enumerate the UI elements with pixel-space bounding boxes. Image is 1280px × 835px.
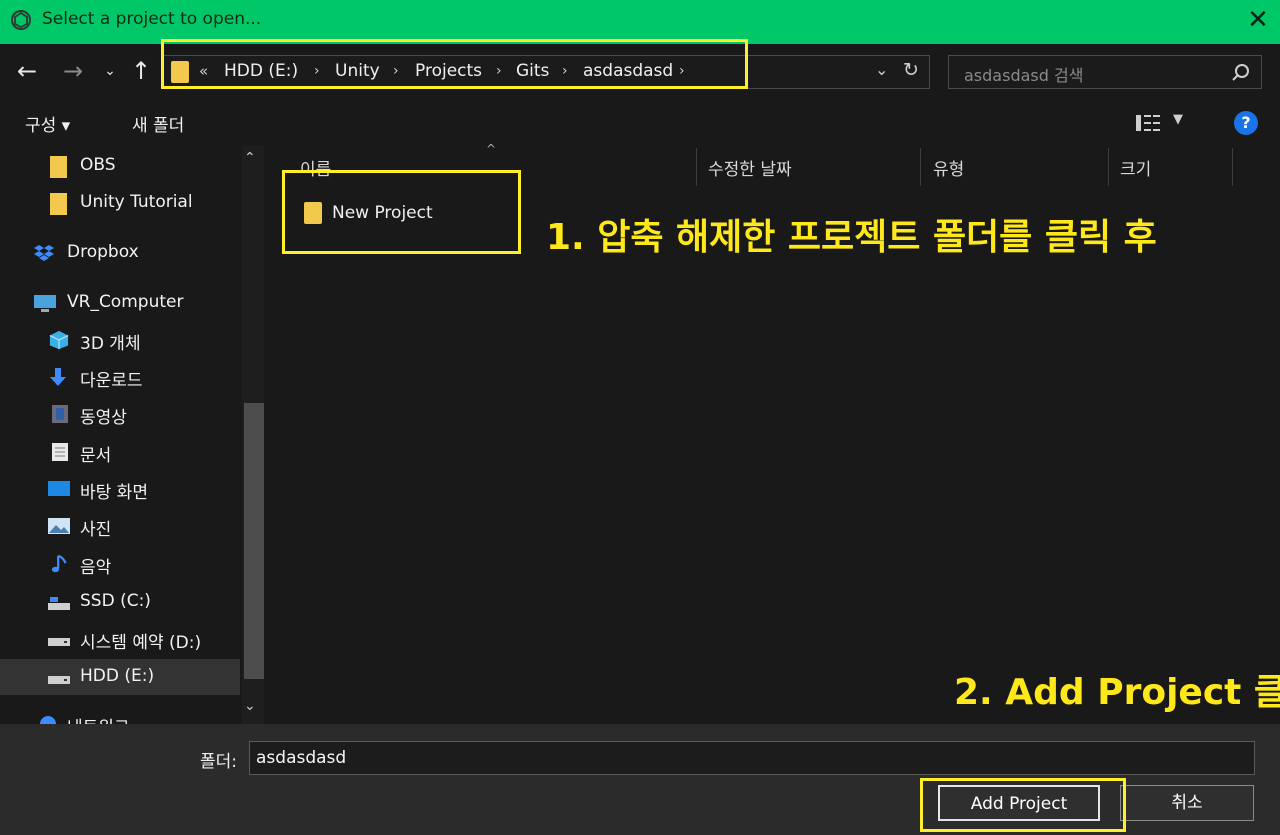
sidebar-item-ssd-c[interactable]: SSD (C:) <box>0 584 240 620</box>
navigation-pane: OBS Unity Tutorial Dropbox VR_Computer 3… <box>0 146 268 724</box>
dropbox-icon <box>34 245 54 261</box>
sidebar-item-label: 동영상 <box>80 408 127 428</box>
video-icon <box>52 405 68 423</box>
drive-icon <box>48 597 70 610</box>
drive-icon <box>48 638 70 646</box>
search-placeholder: asdasdasd 검색 <box>964 66 1084 85</box>
close-icon[interactable]: ✕ <box>1244 6 1272 34</box>
cancel-button[interactable]: 취소 <box>1120 785 1254 821</box>
sidebar-item-label: 바탕 화면 <box>80 483 148 503</box>
view-dropdown-icon[interactable]: ▼ <box>1173 112 1183 127</box>
folder-icon <box>50 193 67 215</box>
chevron-down-icon[interactable]: ⌄ <box>95 56 125 86</box>
command-bar <box>0 98 1280 146</box>
column-divider[interactable] <box>1232 148 1233 186</box>
up-arrow-icon[interactable]: ↑ <box>126 56 156 86</box>
sidebar-item-label: 음악 <box>80 558 112 578</box>
sidebar-item-label: Dropbox <box>67 242 139 262</box>
column-divider[interactable] <box>696 148 697 186</box>
folder-icon <box>50 156 67 178</box>
download-icon <box>50 368 66 386</box>
back-arrow-icon[interactable]: ← <box>12 56 42 86</box>
organize-button[interactable]: 구성 ▾ <box>25 111 70 136</box>
sidebar-item-system-reserved-d[interactable]: 시스템 예약 (D:) <box>0 621 240 657</box>
chevron-down-icon[interactable]: ⌄ <box>875 60 888 79</box>
search-icon[interactable] <box>1231 63 1251 83</box>
folder-label: 폴더: <box>200 752 238 772</box>
sidebar-item-label: 3D 개체 <box>80 334 141 354</box>
help-icon[interactable]: ? <box>1234 111 1258 135</box>
folder-name-input[interactable] <box>249 741 1255 775</box>
network-icon <box>40 716 56 724</box>
computer-icon <box>34 295 56 312</box>
sidebar-item-label: Unity Tutorial <box>80 192 193 212</box>
sidebar-item-unity-tutorial[interactable]: Unity Tutorial <box>0 185 240 221</box>
new-folder-button[interactable]: 새 폴더 <box>132 111 184 136</box>
title-bar: Select a project to open... ✕ <box>0 0 1280 44</box>
sidebar-item-videos[interactable]: 동영상 <box>0 396 240 432</box>
music-icon <box>51 554 67 573</box>
sidebar-item-vr-computer[interactable]: VR_Computer <box>0 285 240 321</box>
document-icon <box>52 443 68 461</box>
pictures-icon <box>48 518 70 534</box>
sidebar-item-label: 문서 <box>80 446 112 466</box>
file-highlight-box <box>282 170 521 254</box>
sidebar-item-pictures[interactable]: 사진 <box>0 508 240 544</box>
sidebar-item-label: OBS <box>80 155 116 175</box>
refresh-icon[interactable]: ↻ <box>903 59 919 81</box>
sidebar-item-documents[interactable]: 문서 <box>0 434 240 470</box>
cube-3d-icon <box>49 330 69 350</box>
window-title: Select a project to open... <box>42 9 262 29</box>
sidebar-item-obs[interactable]: OBS <box>0 148 240 184</box>
sidebar-item-label: HDD (E:) <box>80 666 155 686</box>
forward-arrow-icon[interactable]: → <box>58 56 88 86</box>
column-divider[interactable] <box>920 148 921 186</box>
column-header-type[interactable]: 유형 <box>933 155 964 180</box>
address-highlight-box <box>161 39 748 89</box>
step-2-annotation: 2. Add Project 클릭 <box>954 672 1280 713</box>
sort-ascending-icon: ^ <box>486 142 497 156</box>
add-project-highlight-box <box>920 778 1126 832</box>
sidebar-item-label: 사진 <box>80 520 112 540</box>
scroll-down-icon[interactable]: ⌄ <box>244 698 256 714</box>
step-1-annotation: 1. 압축 해제한 프로젝트 폴더를 클릭 후 <box>542 208 1161 260</box>
sidebar-item-desktop[interactable]: 바탕 화면 <box>0 471 240 507</box>
sidebar-item-downloads[interactable]: 다운로드 <box>0 359 240 395</box>
column-header-size[interactable]: 크기 <box>1120 155 1151 180</box>
sidebar-item-label: 시스템 예약 (D:) <box>80 633 202 653</box>
scroll-up-icon[interactable]: ⌃ <box>244 150 256 166</box>
sidebar-item-3d-objects[interactable]: 3D 개체 <box>0 322 240 358</box>
unity-logo-icon <box>11 10 31 30</box>
desktop-icon <box>48 481 70 496</box>
sidebar-item-label: 네트워크 <box>67 713 130 724</box>
column-header-modified[interactable]: 수정한 날짜 <box>708 155 792 180</box>
drive-icon <box>48 676 70 684</box>
sidebar-item-network[interactable]: 네트워크 <box>0 706 240 724</box>
view-options-icon[interactable] <box>1135 113 1163 133</box>
sidebar-item-label: 다운로드 <box>80 371 143 391</box>
sidebar-item-label: SSD (C:) <box>80 591 151 611</box>
search-input[interactable]: asdasdasd 검색 <box>948 55 1262 89</box>
column-divider[interactable] <box>1108 148 1109 186</box>
sidebar-item-label: VR_Computer <box>67 292 184 312</box>
sidebar-item-dropbox[interactable]: Dropbox <box>0 235 240 271</box>
sidebar-item-music[interactable]: 음악 <box>0 546 240 582</box>
sidebar-item-hdd-e[interactable]: HDD (E:) <box>0 659 240 695</box>
sidebar-scrollbar-thumb[interactable] <box>244 403 264 679</box>
